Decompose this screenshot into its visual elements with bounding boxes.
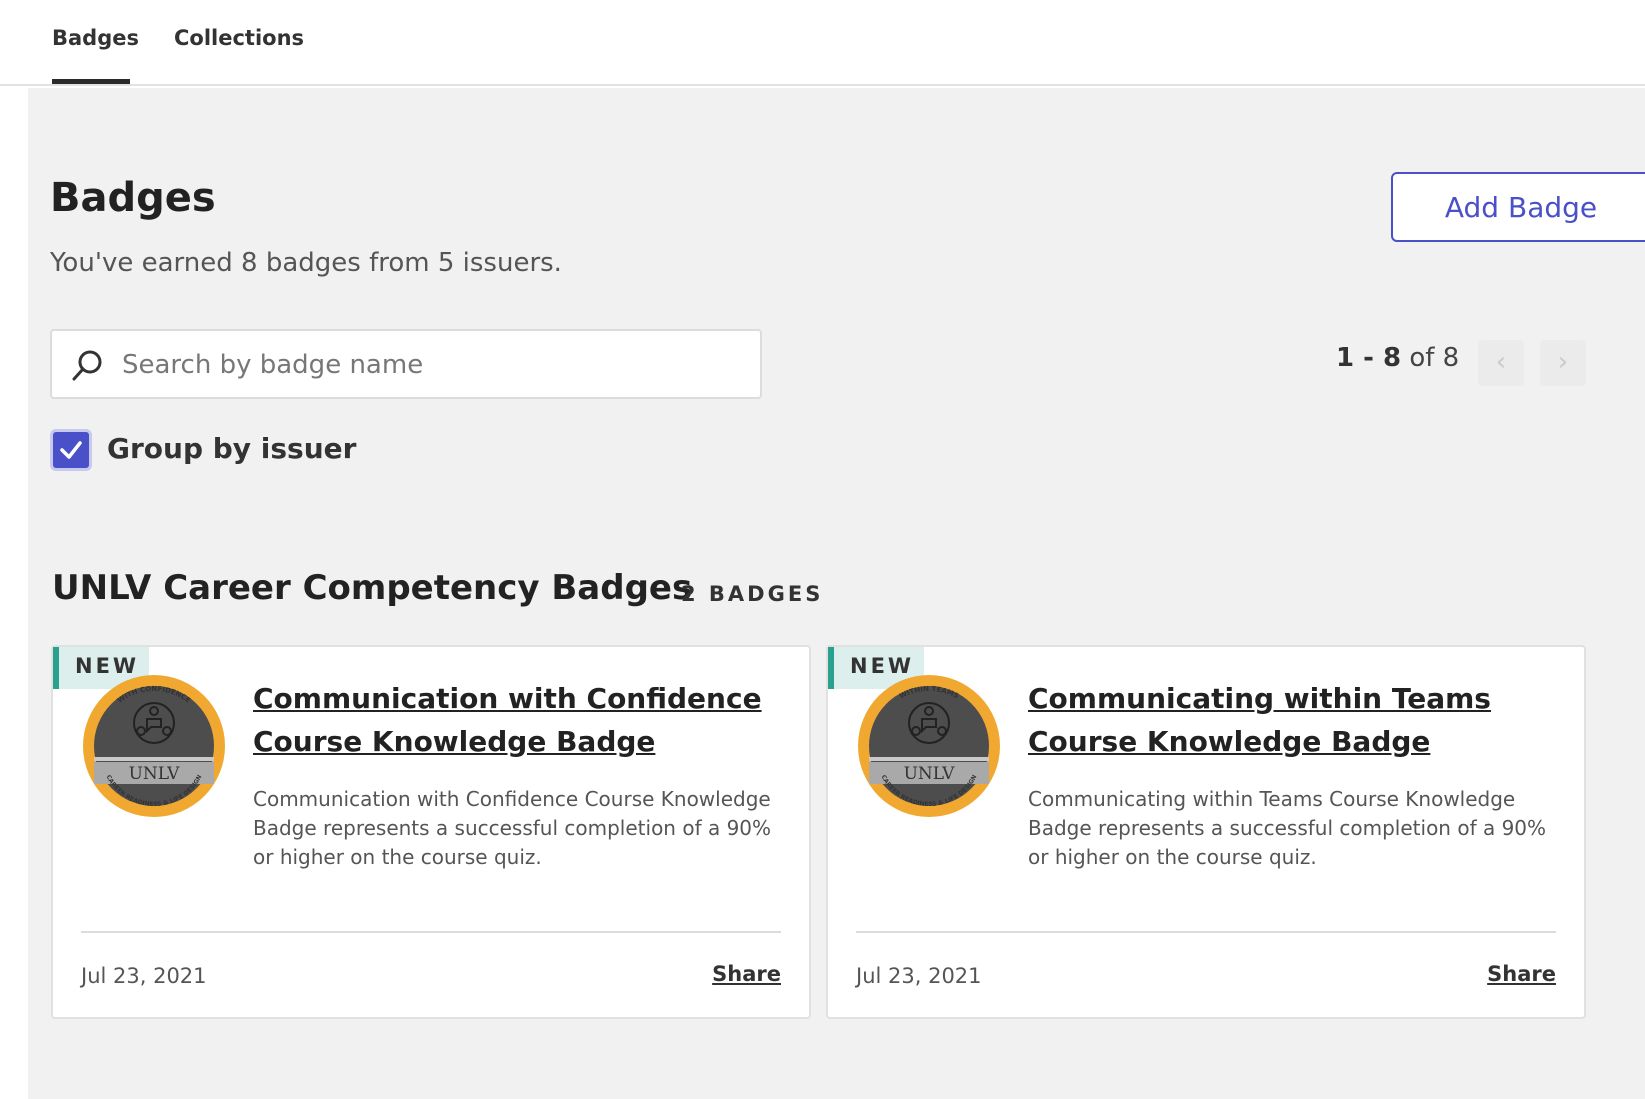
tab-badges[interactable]: Badges [52, 26, 139, 84]
chevron-right-icon: › [1557, 347, 1569, 377]
badge-issued-date: Jul 23, 2021 [856, 964, 982, 988]
badge-issued-date: Jul 23, 2021 [81, 964, 207, 988]
badge-description: Communicating within Teams Course Knowle… [1028, 787, 1547, 869]
search-box [50, 329, 762, 399]
issuer-badge-count: 2 BADGES [681, 582, 824, 606]
badge-description: Communication with Confidence Course Kno… [253, 787, 772, 869]
check-icon [60, 441, 82, 459]
badge-seal-text: UNLV [129, 764, 180, 784]
search-input[interactable] [122, 343, 742, 387]
badge-card[interactable]: NEW UNLV WITHIN TEAMS CAREER READINESS &… [826, 645, 1586, 1019]
pagination-info: 1 - 8 of 8 [1336, 343, 1459, 373]
search-icon [72, 350, 102, 381]
badge-summary: You've earned 8 badges from 5 issuers. [50, 248, 562, 278]
badge-image: UNLV WITHIN TEAMS CAREER READINESS & LIF… [858, 675, 1000, 817]
top-nav: Badges Collections [0, 0, 1645, 86]
badge-title-link[interactable]: Communication with Confidence Course Kno… [253, 677, 793, 763]
next-page-button[interactable]: › [1540, 340, 1586, 386]
chevron-left-icon: ‹ [1495, 347, 1507, 377]
badge-title-link[interactable]: Communicating within Teams Course Knowle… [1028, 677, 1568, 763]
pagination-total: of 8 [1409, 343, 1460, 373]
prev-page-button[interactable]: ‹ [1478, 340, 1524, 386]
group-by-issuer-checkbox[interactable] [50, 429, 92, 471]
tab-collections[interactable]: Collections [174, 26, 304, 84]
share-link[interactable]: Share [1487, 962, 1556, 986]
page-title: Badges [50, 175, 216, 221]
badge-card[interactable]: NEW UNLV WITH CONFIDENCE CAREER READINES… [51, 645, 811, 1019]
group-by-issuer-label[interactable]: Group by issuer [107, 432, 356, 465]
share-link[interactable]: Share [712, 962, 781, 986]
pagination-range: 1 - 8 [1336, 343, 1402, 373]
card-divider [856, 931, 1556, 933]
card-divider [81, 931, 781, 933]
badge-image: UNLV WITH CONFIDENCE CAREER READINESS & … [83, 675, 225, 817]
badge-seal-text: UNLV [904, 764, 955, 784]
issuer-group-title: UNLV Career Competency Badges [52, 568, 693, 608]
add-badge-button[interactable]: Add Badge [1391, 172, 1645, 242]
